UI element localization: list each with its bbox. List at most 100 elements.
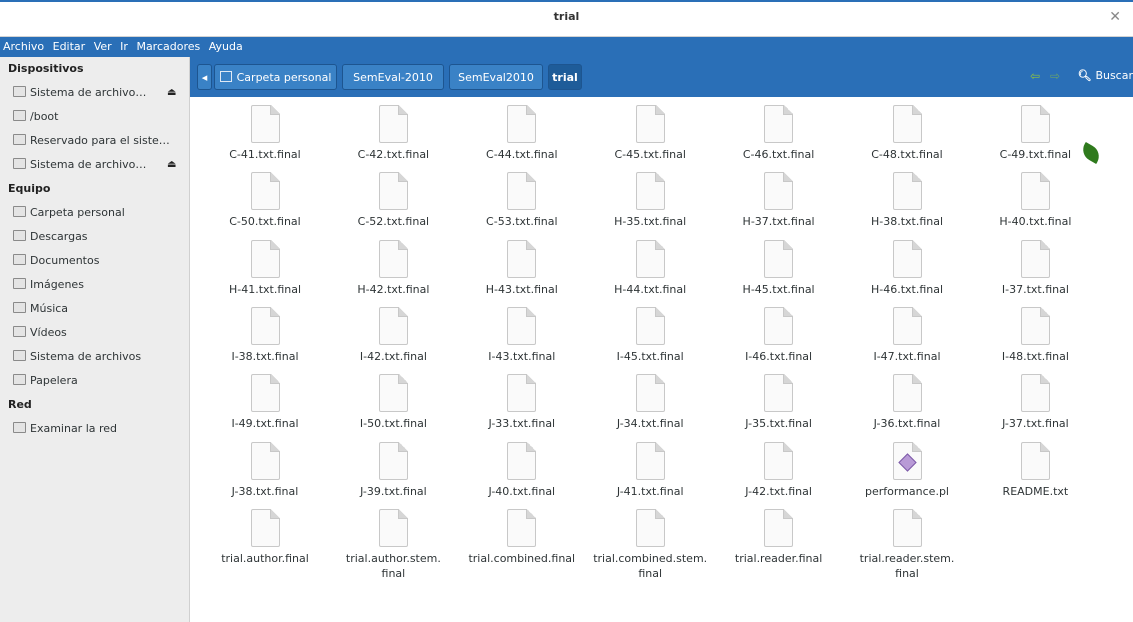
file-item[interactable]: H-37.txt.final xyxy=(719,164,839,229)
file-item[interactable]: C-52.txt.final xyxy=(333,164,453,229)
file-item[interactable]: H-35.txt.final xyxy=(590,164,710,229)
sidebar-item-pictures[interactable]: Imágenes xyxy=(0,273,189,297)
file-item[interactable]: I-38.txt.final xyxy=(205,299,325,364)
text-file-icon xyxy=(764,508,794,547)
file-item[interactable]: README.txt xyxy=(975,434,1095,499)
forward-arrow-icon[interactable]: ⇨ xyxy=(1050,69,1060,83)
file-name: J-38.txt.final xyxy=(231,484,299,498)
file-item[interactable]: C-50.txt.final xyxy=(205,164,325,229)
sidebar-item-filesystem-1[interactable]: Sistema de archivo… ⏏ xyxy=(0,81,189,105)
crumb-semeval2010[interactable]: SemEval2010 xyxy=(449,64,543,90)
file-item[interactable]: J-35.txt.final xyxy=(719,366,839,431)
file-name: C-41.txt.final xyxy=(229,148,301,161)
crumb-semeval-2010[interactable]: SemEval-2010 xyxy=(342,64,444,90)
sidebar-item-filesystem-2[interactable]: Sistema de archivo… ⏏ xyxy=(0,153,189,177)
file-item[interactable]: I-46.txt.final xyxy=(719,299,839,364)
menu-archivo[interactable]: Archivo xyxy=(0,37,44,53)
back-arrow-icon[interactable]: ⇦ xyxy=(1030,69,1040,83)
drive-icon xyxy=(13,86,26,97)
file-item[interactable]: J-38.txt.final xyxy=(205,434,325,499)
file-item[interactable]: H-38.txt.final xyxy=(847,164,967,229)
search-button[interactable]: 🔍︎ Buscar xyxy=(1077,69,1133,82)
sidebar-item-videos[interactable]: Vídeos xyxy=(0,321,189,345)
file-item[interactable]: H-46.txt.final xyxy=(847,232,967,297)
text-file-icon xyxy=(892,172,922,211)
sidebar-item-filesystem[interactable]: Sistema de archivos xyxy=(0,345,189,369)
file-item[interactable]: J-39.txt.final xyxy=(333,434,453,499)
file-item[interactable]: H-45.txt.final xyxy=(719,232,839,297)
file-name: C-52.txt.final xyxy=(357,215,430,229)
menu-editar[interactable]: Editar xyxy=(48,37,86,53)
file-item[interactable]: trial.author.stem. final xyxy=(333,501,453,581)
file-item[interactable]: C-44.txt.final xyxy=(462,97,582,162)
sidebar-item-documents[interactable]: Documentos xyxy=(0,249,189,273)
file-item[interactable]: I-50.txt.final xyxy=(333,366,453,431)
file-item[interactable]: H-41.txt.final xyxy=(205,232,325,297)
text-file-icon xyxy=(378,172,408,211)
file-item[interactable]: I-47.txt.final xyxy=(847,299,967,364)
file-name: J-33.txt.final xyxy=(488,417,556,431)
crumb-trial[interactable]: trial xyxy=(548,64,582,90)
title-bar: trial ✕ xyxy=(0,0,1133,37)
file-item[interactable]: trial.combined.final xyxy=(462,501,582,566)
sidebar-item-trash[interactable]: Papelera xyxy=(0,369,189,393)
file-item[interactable]: C-42.txt.final xyxy=(333,97,453,162)
sidebar-item-boot[interactable]: /boot xyxy=(0,105,189,129)
file-item[interactable]: C-46.txt.final xyxy=(719,97,839,162)
menu-ir[interactable]: Ir xyxy=(115,37,128,53)
file-name: J-37.txt.final xyxy=(1002,417,1069,431)
file-item[interactable]: J-37.txt.final xyxy=(975,366,1095,431)
text-file-icon xyxy=(892,105,922,143)
file-item[interactable]: C-41.txt.final xyxy=(205,97,325,162)
file-item[interactable]: H-42.txt.final xyxy=(333,232,453,297)
file-item[interactable]: J-34.txt.final xyxy=(590,366,710,431)
text-file-icon xyxy=(507,441,537,480)
text-file-icon xyxy=(507,105,537,143)
file-item[interactable]: J-40.txt.final xyxy=(462,434,582,499)
file-item[interactable]: H-40.txt.final xyxy=(975,164,1095,229)
crumb-home[interactable]: Carpeta personal xyxy=(214,64,337,90)
menu-marcadores[interactable]: Marcadores xyxy=(131,37,200,53)
file-name: I-43.txt.final xyxy=(488,349,556,363)
sidebar-item-downloads[interactable]: Descargas xyxy=(0,225,189,249)
file-item[interactable]: J-42.txt.final xyxy=(719,434,839,499)
file-name: trial.reader.stem. final xyxy=(859,551,955,580)
eject-icon[interactable]: ⏏ xyxy=(167,81,176,105)
file-item[interactable]: I-42.txt.final xyxy=(333,299,453,364)
menu-ayuda[interactable]: Ayuda xyxy=(204,37,243,53)
file-item[interactable]: H-43.txt.final xyxy=(462,232,582,297)
file-item[interactable]: C-45.txt.final xyxy=(590,97,710,162)
file-item[interactable]: trial.combined.stem. final xyxy=(590,501,710,581)
eject-icon[interactable]: ⏏ xyxy=(167,153,176,177)
file-item[interactable]: I-49.txt.final xyxy=(205,366,325,431)
file-item[interactable]: J-36.txt.final xyxy=(847,366,967,431)
file-item[interactable]: trial.reader.stem. final xyxy=(847,501,967,581)
file-item[interactable]: J-33.txt.final xyxy=(462,366,582,431)
file-item[interactable]: J-41.txt.final xyxy=(590,434,710,499)
file-item[interactable]: C-48.txt.final xyxy=(847,97,967,162)
file-item[interactable]: performance.pl xyxy=(847,434,967,499)
close-icon[interactable]: ✕ xyxy=(1109,9,1121,25)
file-item[interactable]: I-48.txt.final xyxy=(975,299,1095,364)
file-item[interactable]: H-44.txt.final xyxy=(590,232,710,297)
sidebar-item-label: Carpeta personal xyxy=(30,206,125,219)
file-name: C-45.txt.final xyxy=(614,148,686,161)
text-file-icon xyxy=(250,306,280,345)
search-label: Buscar xyxy=(1095,69,1133,82)
sidebar-item-music[interactable]: Música xyxy=(0,297,189,321)
sidebar-item-reserved[interactable]: Reservado para el siste… xyxy=(0,129,189,153)
file-name: H-35.txt.final xyxy=(614,215,687,229)
file-item[interactable]: I-45.txt.final xyxy=(590,299,710,364)
sidebar-item-label: Sistema de archivo… xyxy=(30,86,147,99)
sidebar-item-browse-network[interactable]: Examinar la red xyxy=(0,417,189,441)
file-item[interactable]: I-37.txt.final xyxy=(975,232,1095,297)
file-item[interactable]: trial.author.final xyxy=(205,501,325,566)
file-item[interactable]: I-43.txt.final xyxy=(462,299,582,364)
file-name: trial.reader.final xyxy=(734,551,823,565)
file-item[interactable]: C-53.txt.final xyxy=(462,164,582,229)
menu-ver[interactable]: Ver xyxy=(89,37,112,53)
sidebar-item-home[interactable]: Carpeta personal xyxy=(0,201,189,225)
file-item[interactable]: trial.reader.final xyxy=(719,501,839,566)
file-item[interactable]: C-49.txt.final xyxy=(975,97,1095,162)
path-back-button[interactable]: ◂ xyxy=(197,64,212,90)
